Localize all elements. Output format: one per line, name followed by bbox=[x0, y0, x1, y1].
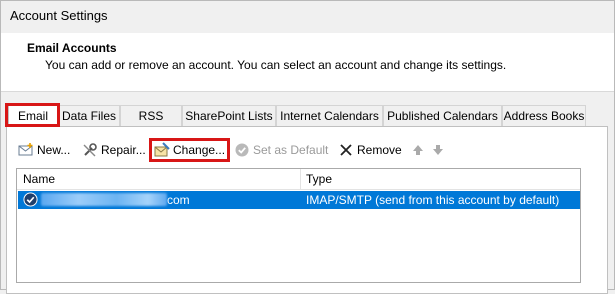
new-button[interactable]: New... bbox=[18, 141, 70, 159]
default-account-check-icon bbox=[23, 192, 38, 207]
tab-sharepoint-lists[interactable]: SharePoint Lists bbox=[182, 105, 276, 126]
new-label: New... bbox=[37, 143, 71, 157]
header-subtitle: You can add or remove an account. You ca… bbox=[45, 58, 507, 72]
repair-button[interactable]: Repair... bbox=[82, 141, 146, 159]
new-mail-icon bbox=[18, 143, 33, 156]
tab-internet-calendars[interactable]: Internet Calendars bbox=[276, 105, 383, 126]
move-down-button[interactable] bbox=[430, 141, 449, 159]
remove-button[interactable]: Remove bbox=[338, 141, 402, 159]
window-title: Account Settings bbox=[10, 8, 108, 23]
tab-published-calendars[interactable]: Published Calendars bbox=[383, 105, 502, 126]
set-as-default-label: Set as Default bbox=[253, 143, 329, 157]
list-header: Name Type bbox=[17, 169, 580, 190]
change-account-icon bbox=[154, 142, 170, 157]
tab-email[interactable]: Email bbox=[8, 103, 58, 127]
change-button[interactable]: Change... bbox=[154, 141, 225, 159]
column-name-header[interactable]: Name bbox=[23, 172, 55, 186]
move-up-button[interactable] bbox=[410, 141, 429, 159]
header-panel: Email Accounts You can add or remove an … bbox=[1, 33, 614, 92]
tab-strip: Email Data Files RSS Feeds SharePoint Li… bbox=[6, 103, 606, 144]
account-email-suffix: com bbox=[167, 193, 190, 207]
header-title: Email Accounts bbox=[27, 41, 117, 55]
account-toolbar: New... Repair... Change... Set as Defaul… bbox=[16, 141, 456, 159]
account-row[interactable]: com IMAP/SMTP (send from this account by… bbox=[18, 191, 580, 209]
change-label: Change... bbox=[173, 143, 226, 157]
wrench-icon bbox=[83, 143, 97, 157]
tab-rss-feeds[interactable]: RSS Feeds bbox=[120, 105, 182, 144]
redacted-email-blur bbox=[41, 193, 167, 206]
set-as-default-button[interactable]: Set as Default bbox=[234, 141, 328, 159]
column-type-header[interactable]: Type bbox=[306, 172, 332, 186]
account-type: IMAP/SMTP (send from this account by def… bbox=[306, 193, 560, 207]
account-email: com bbox=[41, 193, 190, 207]
remove-label: Remove bbox=[357, 143, 402, 157]
arrow-down-icon bbox=[433, 145, 443, 155]
tab-data-files[interactable]: Data Files bbox=[58, 105, 120, 126]
repair-label: Repair... bbox=[101, 143, 146, 157]
tab-address-books[interactable]: Address Books bbox=[502, 105, 586, 126]
close-icon bbox=[340, 144, 352, 156]
arrow-up-icon bbox=[413, 145, 423, 155]
check-circle-icon bbox=[235, 143, 249, 157]
column-divider bbox=[300, 169, 301, 189]
accounts-list[interactable]: Name Type com IMAP/SMTP (send from this … bbox=[16, 168, 581, 283]
